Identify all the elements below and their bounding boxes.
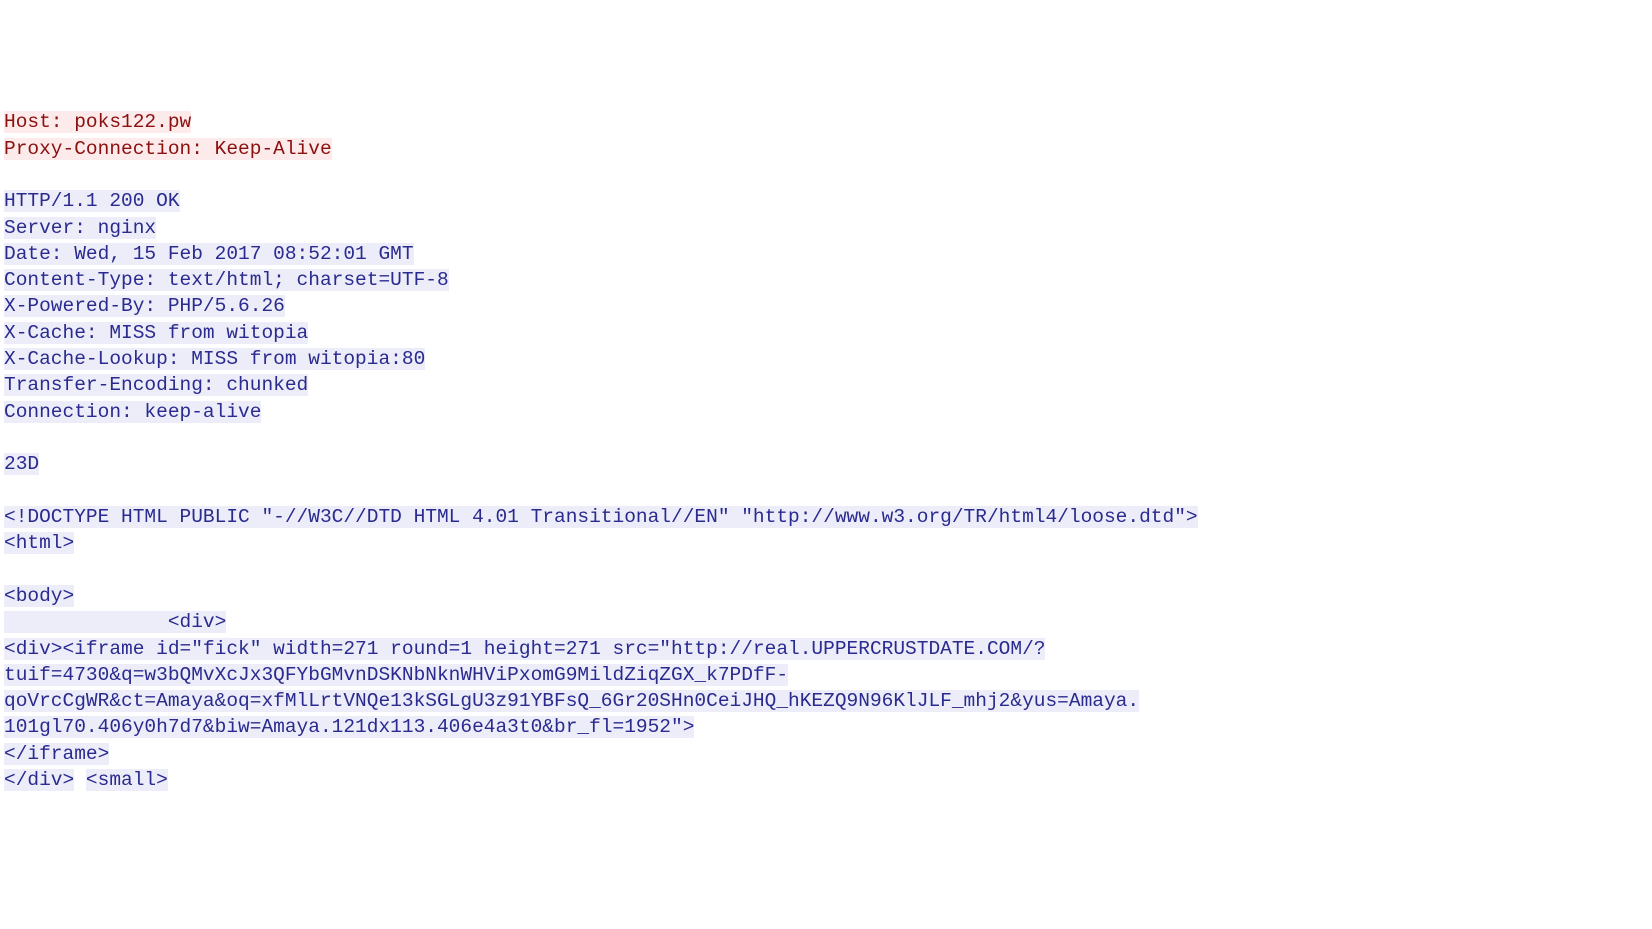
response-connection-header: Connection: keep-alive bbox=[4, 401, 261, 423]
request-host-header: Host: poks122.pw bbox=[4, 111, 191, 133]
response-body-iframe-open: <div><iframe id="fick" width=271 round=1… bbox=[4, 638, 1045, 660]
response-body-iframe-src-3: 101gl70.406y0h7d7&biw=Amaya.121dx113.406… bbox=[4, 716, 694, 738]
response-transfer-encoding-header: Transfer-Encoding: chunked bbox=[4, 374, 308, 396]
request-proxy-connection-header: Proxy-Connection: Keep-Alive bbox=[4, 138, 332, 160]
response-body-div-open: <div> bbox=[4, 611, 226, 633]
response-body-doctype: <!DOCTYPE HTML PUBLIC "-//W3C//DTD HTML … bbox=[4, 506, 1198, 528]
response-body-html-open: <html> bbox=[4, 532, 74, 554]
response-body-space bbox=[74, 769, 86, 791]
response-body-iframe-src-1: tuif=4730&q=w3bQMvXcJx3QFYbGMvnDSKNbNknW… bbox=[4, 664, 788, 686]
http-trace: Host: poks122.pw Proxy-Connection: Keep-… bbox=[4, 109, 1648, 793]
response-body-div-close: </div> bbox=[4, 769, 74, 791]
response-chunk-size: 23D bbox=[4, 453, 39, 475]
response-status-line: HTTP/1.1 200 OK bbox=[4, 190, 180, 212]
response-x-cache-lookup-header: X-Cache-Lookup: MISS from witopia:80 bbox=[4, 348, 425, 370]
response-content-type-header: Content-Type: text/html; charset=UTF-8 bbox=[4, 269, 449, 291]
response-x-cache-header: X-Cache: MISS from witopia bbox=[4, 322, 308, 344]
response-date-header: Date: Wed, 15 Feb 2017 08:52:01 GMT bbox=[4, 243, 414, 265]
response-body-small-open: <small> bbox=[86, 769, 168, 791]
response-body-iframe-src-2: qoVrcCgWR&ct=Amaya&oq=xfMlLrtVNQe13kSGLg… bbox=[4, 690, 1139, 712]
response-body-iframe-close: </iframe> bbox=[4, 743, 109, 765]
response-server-header: Server: nginx bbox=[4, 217, 156, 239]
response-x-powered-by-header: X-Powered-By: PHP/5.6.26 bbox=[4, 295, 285, 317]
response-body-body-open: <body> bbox=[4, 585, 74, 607]
